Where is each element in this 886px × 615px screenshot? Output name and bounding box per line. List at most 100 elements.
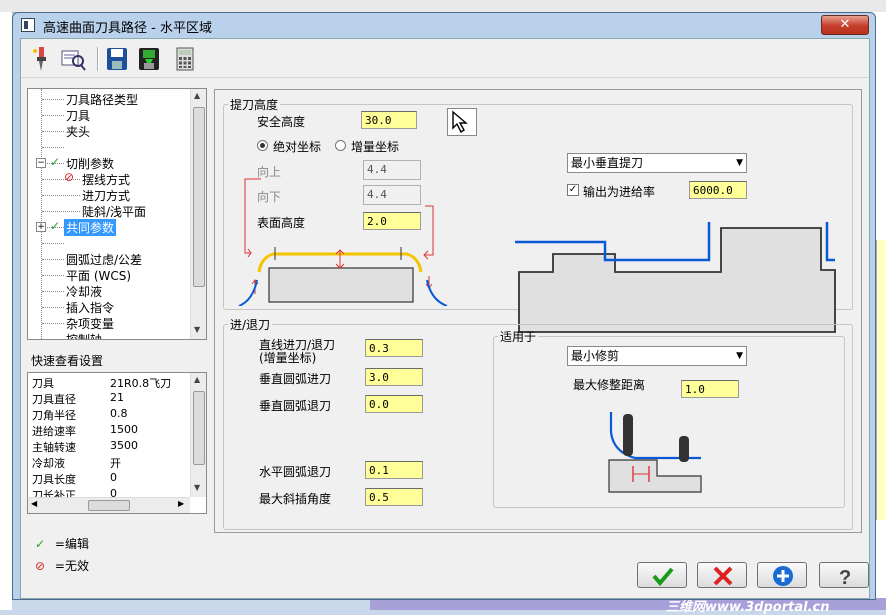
tree-connector	[42, 291, 64, 292]
max-trim-field[interactable]: 1.0	[681, 380, 739, 398]
parameters-panel: 提刀高度 安全高度 30.0 绝对坐标 增量坐标 向上 4.4 向下 4.4 表…	[214, 89, 862, 533]
tree-connector	[42, 99, 64, 100]
legend-invalid-label: =无效	[54, 559, 89, 573]
tree-item-label: 冷却液	[66, 285, 103, 299]
tree-item-label: 刀具	[66, 109, 91, 123]
help-button[interactable]: ?	[819, 562, 869, 588]
quick-view-key: 冷却液	[32, 457, 65, 470]
vert-arc-out-field[interactable]: 0.0	[365, 395, 423, 413]
tree-item-label: 插入指令	[66, 301, 115, 315]
close-button[interactable]: ✕	[821, 15, 869, 35]
max-ramp-field[interactable]: 0.5	[365, 488, 423, 506]
toolbar-separator	[97, 47, 99, 71]
add-button[interactable]	[757, 562, 807, 588]
quick-view-row: 刀具长度 0	[32, 471, 182, 487]
incremental-radio[interactable]	[335, 140, 346, 151]
feed-rate-field[interactable]: 6000.0	[689, 181, 747, 199]
retract-group-label: 提刀高度	[230, 98, 279, 112]
quick-view-row: 冷却液 开	[32, 455, 182, 471]
window-icon	[21, 18, 35, 32]
tree-item-label: 杂项变量	[66, 317, 115, 331]
horiz-arc-out-field[interactable]: 0.1	[365, 461, 423, 479]
toolbar-divider	[21, 77, 869, 78]
add-icon	[773, 566, 793, 586]
save-icon[interactable]	[103, 45, 131, 73]
retract-mode-select[interactable]: 最小垂直提刀 ▼	[567, 153, 747, 173]
vert-arc-out-label: 垂直圆弧退刀	[259, 399, 332, 413]
tree-connector	[42, 179, 80, 180]
vert-arc-in-field[interactable]: 3.0	[365, 368, 423, 386]
scroll-left-icon[interactable]: ◀	[31, 499, 37, 508]
tree-scrollbar[interactable]: ▲ ▼	[190, 89, 206, 339]
dialog-window: 高速曲面刀具路径 - 水平区域 ✕ 刀具路径类型 刀具 夹头 − ✓ 切削参数 ⊘ 摆线方式进…	[12, 12, 876, 600]
ok-button[interactable]	[637, 562, 687, 588]
absolute-radio[interactable]	[257, 140, 268, 151]
quick-view-value: 0.8	[110, 407, 128, 420]
quick-view-row: 刀具直径 21	[32, 391, 182, 407]
tree-item-label: 陡斜/浅平面	[82, 205, 147, 219]
cancel-button[interactable]	[697, 562, 747, 588]
tool-icon[interactable]	[27, 45, 55, 73]
svg-text:?: ?	[839, 567, 851, 587]
scroll-up-icon[interactable]: ▲	[194, 375, 200, 384]
entry-exit-group-label: 进/退刀	[230, 318, 271, 332]
expand-toggle-icon[interactable]: +	[36, 222, 46, 232]
tree-item-label: 平面 (WCS)	[66, 269, 132, 283]
tree-item-label: 共同参数	[64, 219, 117, 236]
quick-view-row: 刀具 21R0.8飞刀	[32, 375, 182, 391]
tree-connector	[42, 131, 64, 132]
vert-arc-in-label: 垂直圆弧进刀	[259, 372, 332, 386]
quick-view-key: 刀具直径	[32, 393, 76, 406]
title-bar[interactable]: 高速曲面刀具路径 - 水平区域 ✕	[13, 13, 875, 37]
quick-view-value: 21	[110, 391, 124, 404]
quick-hscroll-thumb[interactable]	[88, 500, 130, 511]
save-all-icon[interactable]	[135, 45, 163, 73]
tree-connector	[42, 259, 64, 260]
tree-connector	[42, 339, 64, 340]
quick-view-value: 3500	[110, 439, 138, 452]
tree-item-label: 控制轴	[66, 333, 103, 340]
scroll-up-icon[interactable]: ▲	[194, 91, 200, 100]
retract-mode-value: 最小垂直提刀	[571, 156, 644, 170]
check-icon: ✓	[35, 537, 46, 551]
horiz-arc-out-label: 水平圆弧退刀	[259, 465, 332, 479]
safety-height-field[interactable]: 30.0	[361, 111, 417, 129]
max-trim-label: 最大修整距离	[573, 378, 646, 392]
quick-view-row: 主轴转速 3500	[32, 439, 182, 455]
chevron-down-icon: ▼	[736, 158, 743, 168]
invalid-icon: ⊘	[35, 559, 46, 573]
tree-connector	[42, 307, 64, 308]
output-feed-checkbox[interactable]: ✓	[567, 184, 579, 196]
help-icon: ?	[839, 567, 851, 587]
quick-view-key: 刀具长度	[32, 473, 76, 486]
quick-view-hscroll[interactable]: ◀ ▶	[28, 497, 190, 513]
background-app-left	[0, 12, 12, 610]
quick-view-vscroll[interactable]: ▲ ▼	[190, 373, 206, 497]
incremental-label: 增量坐标	[351, 140, 400, 154]
quick-view-value: 1500	[110, 423, 138, 436]
quick-view-list[interactable]: 刀具 21R0.8飞刀 刀具直径 21 刀角半径 0.8 进给速率 1500 主轴转速 3500 冷…	[27, 372, 207, 514]
scroll-down-icon[interactable]: ▼	[194, 325, 200, 334]
applies-mode-select[interactable]: 最小修剪 ▼	[567, 346, 747, 366]
quick-view-key: 刀角半径	[32, 409, 76, 422]
tree-scroll-thumb[interactable]	[193, 107, 205, 287]
pointer-select-icon[interactable]	[447, 108, 477, 136]
linear-entry-field[interactable]: 0.3	[365, 339, 423, 357]
output-feed-label: 输出为进给率	[583, 185, 656, 199]
quick-view-row: 刀角半径 0.8	[32, 407, 182, 423]
applies-mode-value: 最小修剪	[571, 349, 620, 363]
parameter-tree[interactable]: 刀具路径类型 刀具 夹头 − ✓ 切削参数 ⊘ 摆线方式 进刀方式 陡斜/浅平面 + ✓ 共同参数 圆弧过…	[27, 88, 207, 340]
linear-entry-sublabel: (增量坐标)	[259, 351, 317, 365]
invalid-icon: ⊘	[64, 170, 75, 184]
check-icon: ✓	[50, 219, 61, 233]
tree-item-label: 夹头	[66, 125, 91, 139]
preview-icon[interactable]	[59, 45, 87, 73]
quick-view-value: 0	[110, 471, 117, 484]
quick-scroll-thumb[interactable]	[193, 391, 205, 465]
tree-connector	[42, 243, 64, 244]
calculator-icon[interactable]	[171, 45, 199, 73]
scroll-down-icon[interactable]: ▼	[194, 483, 200, 492]
scroll-right-icon[interactable]: ▶	[178, 499, 184, 508]
expand-toggle-icon[interactable]: −	[36, 158, 46, 168]
legend-edit: ✓ =编辑	[35, 535, 89, 552]
